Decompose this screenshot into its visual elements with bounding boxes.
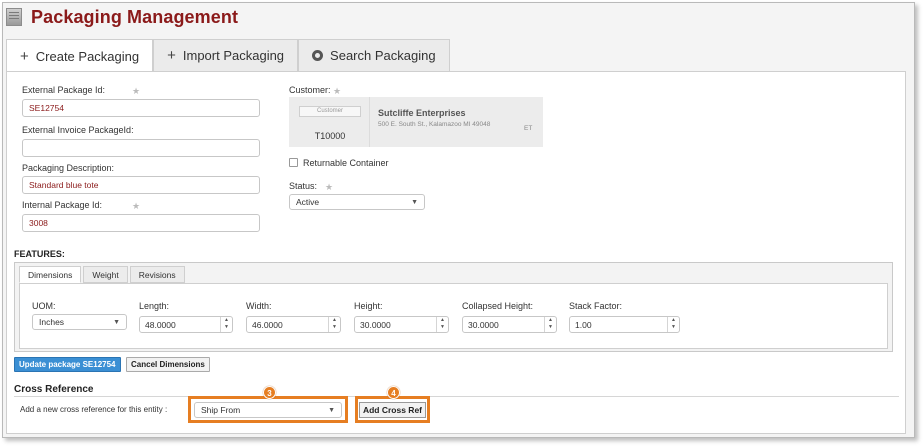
height-stepper[interactable]: 30.0000 ▲ ▼ <box>354 316 449 333</box>
height-label: Height: <box>354 301 383 311</box>
cross-reference-prompt: Add a new cross reference for this entit… <box>20 405 168 414</box>
cross-reference-type-value: Ship From <box>201 405 241 415</box>
external-package-id-label: External Package Id: <box>22 85 106 95</box>
internal-package-id-input[interactable]: 3008 <box>22 214 260 232</box>
customer-tag: Customer <box>299 106 361 117</box>
required-star-icon: ★ <box>132 201 141 211</box>
length-stepper[interactable]: 48.0000 ▲ ▼ <box>139 316 233 333</box>
tab-label: Search Packaging <box>330 48 436 63</box>
external-invoice-package-id-label: External Invoice PackageId: <box>22 125 134 135</box>
length-value: 48.0000 <box>145 320 176 330</box>
callout-badge: 3 <box>263 386 276 399</box>
tab-label: Create Packaging <box>35 48 140 64</box>
stepper-arrows-icon[interactable]: ▲ ▼ <box>328 317 340 332</box>
customer-card[interactable]: Customer T10000 Sutcliffe Enterprises 50… <box>289 97 543 147</box>
chevron-down-icon: ▼ <box>113 319 120 326</box>
status-label: Status: <box>289 181 318 191</box>
chevron-down-icon: ▼ <box>328 407 335 414</box>
tab-label: Import Packaging <box>182 48 285 63</box>
customer-code: T10000 <box>314 131 346 141</box>
height-value: 30.0000 <box>360 320 391 330</box>
external-package-id-input[interactable]: SE12754 <box>22 99 260 117</box>
features-title: FEATURES: <box>14 249 65 259</box>
chevron-down-icon: ▼ <box>411 199 418 206</box>
divider <box>369 97 370 147</box>
plus-icon: + <box>167 47 176 64</box>
returnable-container-checkbox[interactable] <box>289 158 298 167</box>
update-package-button[interactable]: Update package SE12754 <box>14 357 121 372</box>
collapsed-height-label: Collapsed Height: <box>462 301 534 311</box>
cancel-dimensions-button[interactable]: Cancel Dimensions <box>126 357 210 372</box>
customer-timezone: ET <box>524 125 533 132</box>
tab-search-packaging[interactable]: Search Packaging <box>298 39 450 71</box>
stepper-arrows-icon[interactable]: ▲ ▼ <box>667 317 679 332</box>
external-invoice-package-id-input[interactable] <box>22 139 260 157</box>
length-label: Length: <box>139 301 170 311</box>
required-star-icon: ★ <box>132 86 141 96</box>
stepper-arrows-icon[interactable]: ▲ ▼ <box>544 317 556 332</box>
gear-icon <box>312 50 324 61</box>
tab-revisions[interactable]: Revisions <box>129 266 185 283</box>
width-label: Width: <box>246 301 272 311</box>
stack-factor-value: 1.00 <box>575 320 592 330</box>
customer-name: Sutcliffe Enterprises <box>378 108 466 118</box>
uom-value: Inches <box>39 317 65 327</box>
features-tabs: Dimensions Weight Revisions <box>19 266 187 283</box>
uom-select[interactable]: Inches ▼ <box>32 314 127 330</box>
add-cross-ref-button[interactable]: Add Cross Ref <box>359 402 426 418</box>
customer-label: Customer: <box>289 85 331 95</box>
required-star-icon: ★ <box>325 182 334 192</box>
stepper-arrows-icon[interactable]: ▲ ▼ <box>436 317 448 332</box>
stack-factor-stepper[interactable]: 1.00 ▲ ▼ <box>569 316 680 333</box>
required-star-icon: ★ <box>333 86 342 96</box>
header: Packaging Management <box>6 5 238 29</box>
packaging-description-label: Packaging Description: <box>22 163 115 173</box>
callout-badge: 4 <box>387 386 400 399</box>
collapsed-height-stepper[interactable]: 30.0000 ▲ ▼ <box>462 316 557 333</box>
customer-address: 500 E. South St., Kalamazoo MI 49048 <box>378 121 491 128</box>
uom-label: UOM: <box>32 301 56 311</box>
main-tabs: + Create Packaging + Import Packaging Se… <box>6 39 450 72</box>
plus-icon: + <box>20 47 29 65</box>
tab-weight[interactable]: Weight <box>83 266 128 283</box>
packaging-description-input[interactable]: Standard blue tote <box>22 176 260 194</box>
cross-reference-type-select[interactable]: Ship From ▼ <box>194 402 342 418</box>
status-value: Active <box>296 197 320 207</box>
app-logo-icon <box>6 8 22 26</box>
cross-reference-title: Cross Reference <box>14 384 94 395</box>
stepper-arrows-icon[interactable]: ▲ ▼ <box>220 317 232 332</box>
internal-package-id-label: Internal Package Id: <box>22 200 103 210</box>
returnable-container-label: Returnable Container <box>303 158 389 168</box>
collapsed-height-value: 30.0000 <box>468 320 499 330</box>
divider <box>14 396 899 397</box>
tab-create-packaging[interactable]: + Create Packaging <box>6 39 154 72</box>
status-select[interactable]: Active ▼ <box>289 194 425 210</box>
width-stepper[interactable]: 46.0000 ▲ ▼ <box>246 316 341 333</box>
stack-factor-label: Stack Factor: <box>569 301 623 311</box>
width-value: 46.0000 <box>252 320 283 330</box>
page-title: Packaging Management <box>31 6 239 27</box>
tab-dimensions[interactable]: Dimensions <box>19 266 82 283</box>
tab-import-packaging[interactable]: + Import Packaging <box>153 39 299 71</box>
